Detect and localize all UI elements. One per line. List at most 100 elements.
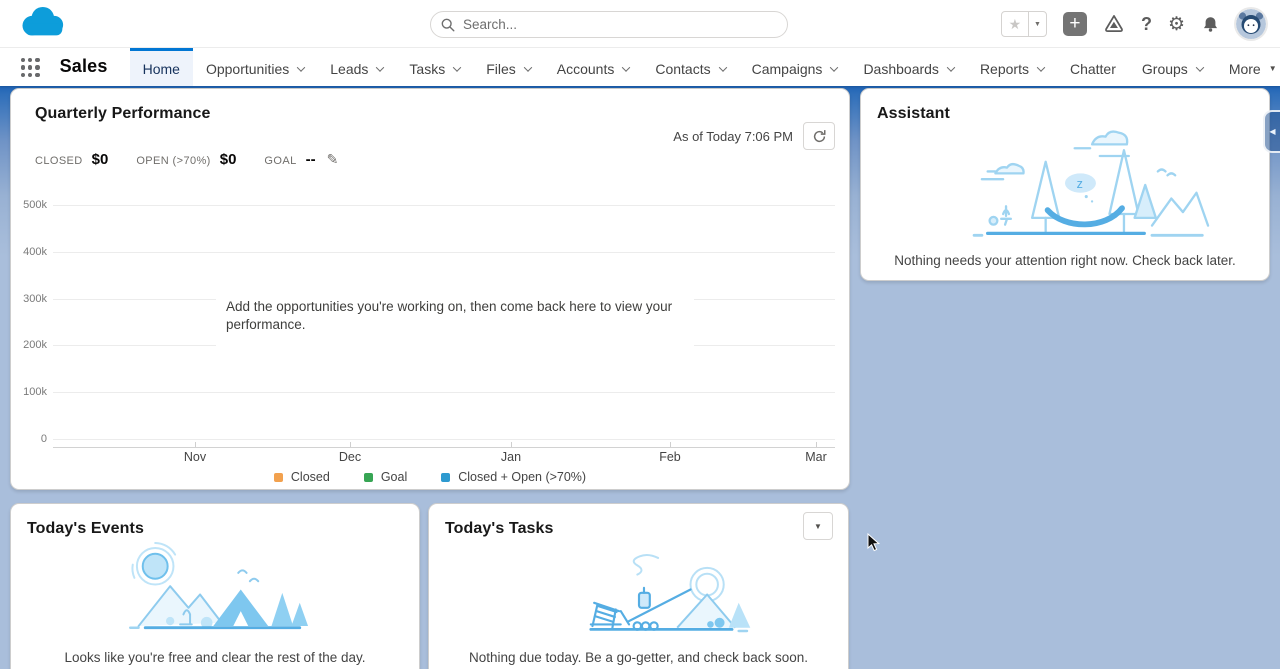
todays-events-title: Today's Events [27, 520, 144, 538]
legend-label: Closed [291, 470, 330, 484]
legend-label: Closed + Open (>70%) [458, 470, 586, 484]
tab-more[interactable]: More ▼ [1216, 48, 1280, 86]
tasks-dropdown-button[interactable]: ▼ [803, 512, 833, 540]
home-page-content: Quarterly Performance As of Today 7:06 P… [0, 86, 1280, 669]
x-tick-label: Dec [320, 450, 380, 464]
x-tick-mark [350, 442, 351, 447]
tab-label: Tasks [409, 61, 445, 77]
performance-chart: ClosedGoalClosed + Open (>70%) Add the o… [11, 89, 849, 489]
x-tick-label: Feb [640, 450, 700, 464]
gridline [53, 205, 835, 206]
favorites-star-icon[interactable]: ★ [1002, 12, 1028, 36]
events-camping-illustration [90, 538, 340, 646]
tab-label: Home [143, 61, 180, 77]
tab-campaigns[interactable]: Campaigns [739, 48, 851, 86]
notifications-bell-icon[interactable] [1201, 14, 1220, 34]
y-tick-label: 500k [11, 199, 47, 211]
tasks-empty-message: Nothing due today. Be a go-getter, and c… [429, 650, 848, 665]
chevron-down-icon [1037, 63, 1045, 71]
x-tick-label: Mar [786, 450, 846, 464]
y-gridline-row: 100k [11, 386, 849, 398]
salesforce-logo [16, 5, 68, 43]
tab-home[interactable]: Home [130, 48, 193, 86]
todays-tasks-card: Today's Tasks ▼ [428, 503, 849, 669]
y-gridline-row: 500k [11, 199, 849, 211]
tab-label: Files [486, 61, 516, 77]
tab-contacts[interactable]: Contacts [642, 48, 738, 86]
dropdown-caret-icon: ▼ [814, 522, 822, 531]
legend-label: Goal [381, 470, 407, 484]
global-search[interactable] [430, 11, 788, 38]
legend-swatch [364, 473, 373, 482]
tab-label: Groups [1142, 61, 1188, 77]
legend-swatch [441, 473, 450, 482]
legend-item-goal: Goal [364, 470, 407, 484]
app-navigation-bar: Sales HomeOpportunitiesLeadsTasksFilesAc… [0, 48, 1280, 86]
tab-label: Leads [330, 61, 368, 77]
svg-text:z: z [1077, 177, 1083, 191]
chevron-down-icon [830, 63, 838, 71]
caret-down-icon: ▼ [1269, 64, 1277, 73]
tab-reports[interactable]: Reports [967, 48, 1057, 86]
tab-label: Accounts [557, 61, 615, 77]
tab-leads[interactable]: Leads [317, 48, 396, 86]
x-tick-mark [816, 442, 817, 447]
app-launcher-icon[interactable] [21, 58, 40, 77]
help-icon[interactable]: ? [1141, 14, 1152, 35]
chevron-down-icon [376, 63, 384, 71]
y-gridline-row: 0 [11, 433, 849, 445]
legend-swatch [274, 473, 283, 482]
tab-opportunities[interactable]: Opportunities [193, 48, 317, 86]
favorites-group: ★ ▼ [1001, 11, 1047, 37]
todays-events-card: Today's Events Looks like you're free an… [10, 503, 420, 669]
y-gridline-row: 400k [11, 246, 849, 258]
setup-gear-icon[interactable]: ⚙ [1168, 13, 1185, 36]
tab-label: Campaigns [752, 61, 823, 77]
legend-item-closed: Closed [274, 470, 330, 484]
tab-dashboards[interactable]: Dashboards [850, 48, 967, 86]
favorites-caret-icon[interactable]: ▼ [1028, 12, 1046, 36]
assistant-card: Assistant z [860, 88, 1270, 281]
tab-tasks[interactable]: Tasks [396, 48, 473, 86]
chevron-down-icon [947, 63, 955, 71]
tab-chatter[interactable]: Chatter [1057, 48, 1129, 86]
y-tick-label: 0 [11, 433, 47, 445]
tab-label: Chatter [1070, 61, 1116, 77]
quarterly-performance-card: Quarterly Performance As of Today 7:06 P… [10, 88, 850, 490]
x-tick-mark [195, 442, 196, 447]
x-tick-label: Nov [165, 450, 225, 464]
legend-item-closed-open-70-: Closed + Open (>70%) [441, 470, 586, 484]
global-header: ★ ▼ + ? ⚙ [0, 0, 1280, 48]
chevron-down-icon [718, 63, 726, 71]
tab-label: More [1229, 61, 1261, 77]
chart-x-axis [53, 447, 835, 448]
guidance-center-icon[interactable] [1103, 13, 1125, 35]
todays-tasks-title: Today's Tasks [445, 520, 554, 538]
search-input[interactable] [463, 17, 777, 32]
user-avatar[interactable] [1236, 9, 1266, 39]
gridline [53, 439, 835, 440]
chevron-down-icon [1196, 63, 1204, 71]
chevron-down-icon [524, 63, 532, 71]
chart-legend: Closed Goal Closed + Open (>70%) [11, 470, 849, 484]
global-actions-plus-icon[interactable]: + [1063, 12, 1087, 36]
tab-accounts[interactable]: Accounts [544, 48, 643, 86]
tab-label: Dashboards [863, 61, 939, 77]
tab-groups[interactable]: Groups [1129, 48, 1216, 86]
y-tick-label: 100k [11, 386, 47, 398]
chevron-down-icon [453, 63, 461, 71]
search-icon [441, 18, 455, 32]
tab-label: Opportunities [206, 61, 289, 77]
assistant-hammock-illustration: z [920, 125, 1210, 245]
tab-files[interactable]: Files [473, 48, 544, 86]
gridline [53, 252, 835, 253]
expand-side-panel-tab[interactable]: ◀ [1263, 110, 1280, 153]
gridline [53, 392, 835, 393]
assistant-title: Assistant [877, 105, 950, 123]
y-tick-label: 200k [11, 339, 47, 351]
panel-arrow-icon: ◀ [1269, 127, 1275, 136]
tab-label: Reports [980, 61, 1029, 77]
tab-label: Contacts [655, 61, 710, 77]
chevron-down-icon [297, 63, 305, 71]
tasks-campfire-illustration [514, 538, 764, 646]
